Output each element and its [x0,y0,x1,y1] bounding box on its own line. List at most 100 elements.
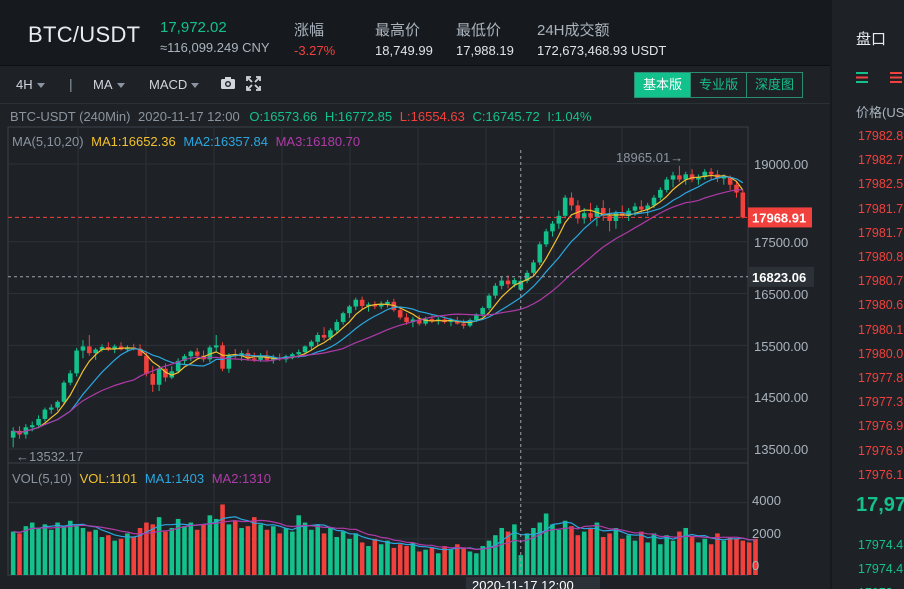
price-tick: 13500.00 [754,442,808,457]
candle-body [347,306,352,314]
volume-bar [429,547,435,575]
volume-bar [543,513,549,575]
candle-body [353,299,359,307]
volume-bar [410,542,416,575]
high-annotation: 18965.01→ [616,150,683,165]
volume-bar [353,533,359,575]
volume-bar [550,524,555,575]
ask-row[interactable]: 17981.7 [858,226,903,240]
candle-body [677,175,682,180]
volume-bar [740,540,746,575]
ask-row[interactable]: 17980.7 [858,274,903,288]
candle-body [550,223,555,232]
current-price-label: 17968.91 [752,210,806,225]
volume-bar [340,531,346,575]
candle-body [55,401,60,408]
ask-row[interactable]: 17976.9 [858,444,903,458]
price-tick: 14500.00 [754,390,808,405]
volume-bar [423,549,428,575]
bid-row[interactable]: 17974.4 [858,562,903,576]
volume-bar [385,540,390,575]
candlestick-chart[interactable]: MA(5,10,20) MA1:16652.36 MA2:16357.84 MA… [0,0,830,589]
ask-row[interactable]: 17980.0 [858,347,903,361]
orderbook-panel: 盘口 价格(US 17982.8 17982.7 17982.5 17981.7 179… [832,0,904,589]
volume-bar [556,529,562,575]
candle-body [512,280,517,285]
volume-bar [499,527,505,575]
ma20-line [13,189,743,434]
volume-bar [17,533,22,575]
ma1-value: MA1:16652.36 [91,134,176,149]
candle-body [359,299,365,306]
volume-bar [213,518,219,575]
ma-legend: MA(5,10,20) MA1:16652.36 MA2:16357.84 MA… [12,134,360,149]
candle-body [220,345,225,369]
candle-body [144,355,149,374]
volume-bar [442,546,447,575]
volume-bar [10,531,16,575]
volume-bar [144,522,149,575]
volume-bar [169,527,175,575]
ask-row[interactable]: 17982.5 [858,177,903,191]
ask-row[interactable]: 17982.7 [858,153,903,167]
bid-row[interactable]: 17974.4 [858,538,903,552]
ma-legend-label: MA(5,10,20) [12,134,84,149]
volume-bar [201,524,206,575]
candle-body [67,373,73,383]
candles [10,165,746,448]
ask-row[interactable]: 17980.1 [858,323,903,337]
ask-row[interactable]: 17976.1 [858,468,903,482]
volume-bar [264,529,270,575]
ask-row[interactable]: 17977.3 [858,395,903,409]
volume-bar [309,529,314,575]
candle-body [632,206,638,211]
candle-body [80,346,86,351]
volume-bar [670,540,676,575]
ma-lines [13,174,744,434]
crosshair-time-label: 2020-11-17 12:00 [472,578,574,589]
volume-bar [632,540,638,575]
volume-bar [721,540,727,575]
volume-bar [226,524,232,575]
candle-body [569,197,574,206]
vol-legend-label: VOL(5,10) [12,471,72,486]
volume-bar [397,544,403,575]
volume-bar [594,522,600,575]
candle-body [708,171,714,175]
volume-bar [36,527,41,575]
ask-row[interactable]: 17980.6 [858,298,903,312]
orderbook-both-icon[interactable] [856,71,868,86]
candle-body [505,280,511,285]
low-annotation: ←13532.17 [16,449,83,464]
volume-bar [182,526,187,575]
volume-bar [277,533,282,575]
candle-body [562,197,568,216]
price-column-header: 价格(US [856,105,904,120]
volume-bar [67,520,73,575]
ask-row[interactable]: 17977.8 [858,371,903,385]
volume-bar [131,537,137,575]
volume-bar [290,531,295,575]
volume-bar [42,524,48,575]
volume-bar [480,546,485,575]
ask-row[interactable]: 17976.9 [858,419,903,433]
candle-body [658,189,663,198]
volume-bar [251,517,257,575]
volume-bar [48,529,54,575]
ask-row[interactable]: 17980.8 [858,250,903,264]
candle-body [194,351,200,356]
price-grid [8,127,748,463]
volume-bar [194,529,200,575]
mid-price: 17,97 [856,494,904,516]
volume-bar [125,533,130,575]
orderbook-asks-icon[interactable] [889,71,902,86]
candle-body [290,354,295,357]
volume-bar [575,535,581,575]
volume-bar [188,522,194,575]
volume-bar [112,540,117,575]
ask-row[interactable]: 17982.8 [858,129,903,143]
candle-body [493,285,498,296]
volume-bar [734,538,739,575]
volume-bar [702,538,708,575]
ask-row[interactable]: 17981.7 [858,202,903,216]
